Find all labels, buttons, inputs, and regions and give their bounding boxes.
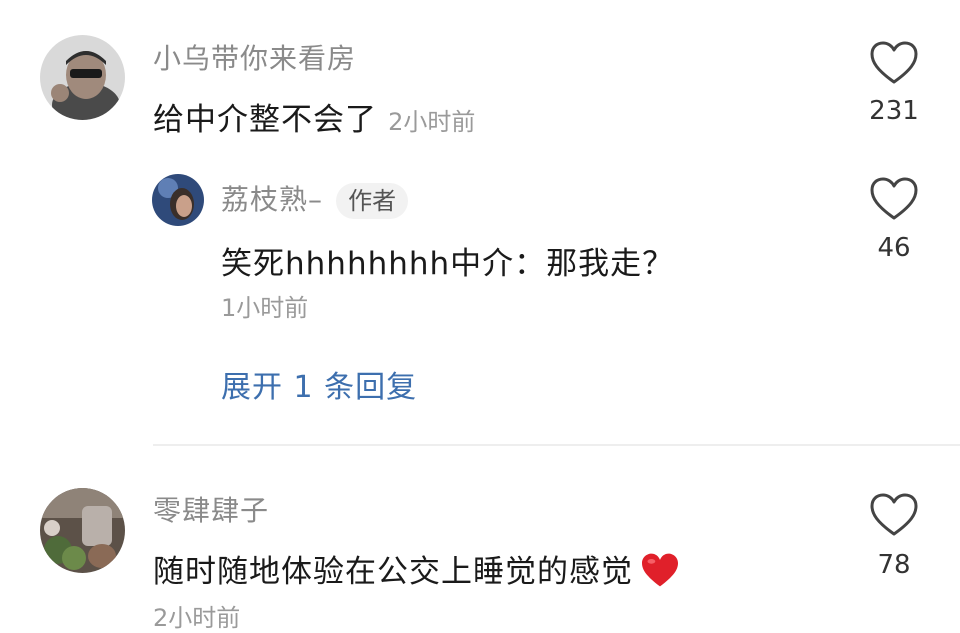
reply-time: 1小时前 bbox=[221, 294, 309, 322]
like-button[interactable] bbox=[869, 40, 919, 86]
replier-username[interactable]: 荔枝熟– bbox=[221, 183, 323, 216]
heart-outline-icon bbox=[870, 177, 918, 220]
heart-outline-icon bbox=[870, 41, 918, 84]
like-button[interactable] bbox=[869, 176, 919, 222]
avatar-replier[interactable] bbox=[152, 174, 204, 226]
commenter-username[interactable]: 零肆肆子 bbox=[153, 489, 269, 529]
comment-time: 2小时前 bbox=[153, 604, 241, 632]
avatar-image bbox=[40, 35, 125, 120]
heart-outline-icon bbox=[870, 493, 918, 536]
reply-header: 荔枝熟– 作者 bbox=[221, 178, 409, 219]
avatar-image bbox=[40, 488, 125, 573]
reply-text: 笑死hhhhhhhh中介：那我走？ bbox=[221, 246, 675, 282]
comment-body: 随时随地体验在公交上睡觉的感觉 bbox=[153, 546, 680, 592]
comment-text: 给中介整不会了 bbox=[153, 102, 377, 138]
expand-replies-link[interactable]: 展开 1 条回复 bbox=[221, 362, 417, 406]
comment-time: 2小时前 bbox=[388, 108, 476, 136]
like-count: 46 bbox=[877, 233, 911, 263]
commenter-username[interactable]: 小乌带你来看房 bbox=[153, 37, 356, 77]
red-heart-emoji bbox=[640, 552, 680, 592]
avatar-commenter-1[interactable] bbox=[40, 35, 125, 120]
comment-divider bbox=[153, 444, 960, 446]
avatar-image bbox=[152, 174, 204, 226]
like-count: 78 bbox=[877, 550, 911, 580]
avatar-commenter-2[interactable] bbox=[40, 488, 125, 573]
author-badge: 作者 bbox=[336, 183, 409, 219]
comment-body: 给中介整不会了 2小时前 bbox=[153, 94, 475, 139]
like-button[interactable] bbox=[869, 492, 919, 538]
comment-text: 随时随地体验在公交上睡觉的感觉 bbox=[153, 554, 633, 590]
like-count: 231 bbox=[869, 96, 919, 126]
